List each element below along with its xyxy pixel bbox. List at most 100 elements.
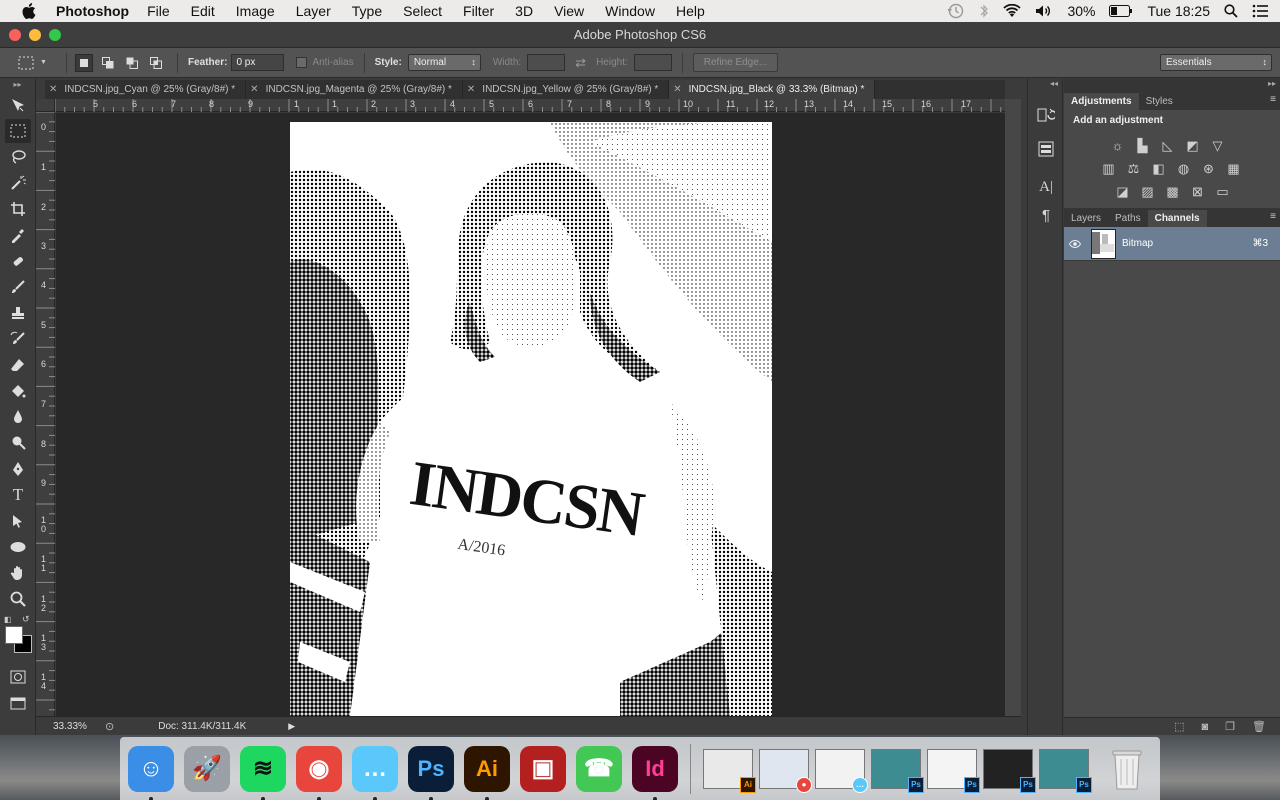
battery-icon[interactable]	[1109, 5, 1133, 17]
rectangular-marquee-tool-icon[interactable]	[5, 119, 31, 143]
selective-color-icon[interactable]: ⊠	[1189, 183, 1206, 200]
menu-file[interactable]: File	[147, 3, 170, 19]
dock-app-messages[interactable]: …	[352, 745, 398, 800]
document-image[interactable]: INDCSN A/2016	[290, 122, 772, 716]
menu-3d[interactable]: 3D	[515, 3, 533, 19]
tool-preset-picker[interactable]: ▼	[18, 52, 60, 74]
black-white-icon[interactable]: ◧	[1150, 160, 1167, 177]
magic-wand-tool-icon[interactable]	[5, 171, 31, 195]
ruler-origin[interactable]	[36, 99, 55, 112]
dodge-tool-icon[interactable]	[5, 431, 31, 455]
history-panel-icon[interactable]	[1033, 103, 1059, 127]
dock-app-indesign[interactable]: Id	[632, 745, 678, 800]
clock[interactable]: Tue 18:25	[1147, 3, 1210, 19]
horizontal-scrollbar[interactable]	[312, 718, 1021, 735]
antialias-checkbox[interactable]	[296, 57, 308, 68]
close-tab-icon[interactable]: ✕	[673, 84, 681, 95]
new-channel-icon[interactable]: ❐	[1225, 720, 1235, 733]
expand-dock-icon[interactable]: ◂◂	[1028, 79, 1062, 91]
tab-yellow[interactable]: ✕ INDCSN.jpg_Yellow @ 25% (Gray/8#) *	[463, 80, 670, 99]
menu-filter[interactable]: Filter	[463, 3, 494, 19]
add-to-selection-button[interactable]	[99, 54, 117, 72]
menu-help[interactable]: Help	[676, 3, 705, 19]
menu-image[interactable]: Image	[236, 3, 275, 19]
style-select[interactable]: Normal	[407, 54, 481, 71]
zoom-tool-icon[interactable]	[5, 587, 31, 611]
collapse-tools-icon[interactable]: ▸▸	[0, 79, 35, 91]
bluetooth-icon[interactable]	[979, 3, 989, 19]
apple-icon[interactable]	[18, 3, 40, 19]
menu-app-name[interactable]: Photoshop	[56, 3, 129, 19]
status-menu-arrow-icon[interactable]: ▶	[288, 721, 295, 732]
tab-paths[interactable]: Paths	[1108, 210, 1148, 227]
posterize-icon[interactable]: ▨	[1139, 183, 1156, 200]
menu-view[interactable]: View	[554, 3, 584, 19]
dock-app-finder[interactable]: ☺	[128, 745, 174, 800]
spotlight-icon[interactable]	[1224, 4, 1238, 18]
vibrance-icon[interactable]: ▽	[1209, 137, 1226, 154]
panel-menu-icon[interactable]: ≡	[1270, 94, 1276, 105]
subtract-from-selection-button[interactable]	[123, 54, 141, 72]
menu-type[interactable]: Type	[352, 3, 382, 19]
menu-edit[interactable]: Edit	[191, 3, 215, 19]
dock-app-illustrator[interactable]: Ai	[464, 745, 510, 800]
close-tab-icon[interactable]: ✕	[49, 84, 57, 95]
levels-icon[interactable]: ▙	[1134, 137, 1151, 154]
save-selection-as-channel-icon[interactable]: ◙	[1202, 721, 1209, 733]
gradient-map-icon[interactable]: ▭	[1214, 183, 1231, 200]
tab-adjustments[interactable]: Adjustments	[1064, 93, 1139, 110]
minimized-window-photoshop-2[interactable]: Ps	[927, 748, 980, 793]
menu-select[interactable]: Select	[403, 3, 442, 19]
intersect-selection-button[interactable]	[147, 54, 165, 72]
healing-brush-tool-icon[interactable]	[5, 249, 31, 273]
menu-window[interactable]: Window	[605, 3, 655, 19]
history-brush-tool-icon[interactable]	[5, 327, 31, 351]
tab-channels[interactable]: Channels	[1147, 210, 1207, 227]
visibility-eye-icon[interactable]	[1064, 237, 1086, 251]
brush-tool-icon[interactable]	[5, 275, 31, 299]
ruler-vertical[interactable]: 0 1 2 3 4 5 6 7 8 9 1 0 1 1 1 2 1 3 1 4	[36, 112, 55, 716]
minimized-window-photoshop-3[interactable]: Ps	[983, 748, 1036, 793]
crop-tool-icon[interactable]	[5, 197, 31, 221]
photo-filter-icon[interactable]: ◍	[1175, 160, 1192, 177]
ellipse-tool-icon[interactable]	[5, 535, 31, 559]
eraser-tool-icon[interactable]	[5, 353, 31, 377]
menu-layer[interactable]: Layer	[296, 3, 331, 19]
new-selection-button[interactable]	[75, 53, 93, 72]
dock-app-chrome[interactable]: ◉	[296, 745, 342, 800]
collapse-panels-icon[interactable]: ▸▸	[1064, 79, 1280, 91]
lasso-tool-icon[interactable]	[5, 145, 31, 169]
wifi-icon[interactable]	[1003, 4, 1022, 18]
pen-tool-icon[interactable]	[5, 457, 31, 481]
time-machine-icon[interactable]	[947, 3, 965, 19]
clone-stamp-tool-icon[interactable]	[5, 301, 31, 325]
tab-layers[interactable]: Layers	[1064, 210, 1108, 227]
color-balance-icon[interactable]: ⚖	[1125, 160, 1142, 177]
curves-icon[interactable]: ◺	[1159, 137, 1176, 154]
move-tool-icon[interactable]	[5, 93, 31, 117]
battery-percent[interactable]: 30%	[1067, 3, 1095, 19]
path-selection-tool-icon[interactable]	[5, 509, 31, 533]
vertical-scrollbar[interactable]	[1005, 99, 1021, 716]
channel-mixer-icon[interactable]: ⊛	[1200, 160, 1217, 177]
swap-width-height-icon[interactable]: ⇄	[575, 55, 586, 71]
color-lookup-icon[interactable]: ▦	[1225, 160, 1242, 177]
eyedropper-tool-icon[interactable]	[5, 223, 31, 247]
width-input[interactable]	[527, 54, 566, 71]
tab-magenta[interactable]: ✕ INDCSN.jpg_Magenta @ 25% (Gray/8#) *	[246, 80, 463, 99]
dock-app-spotify[interactable]: ≋	[240, 745, 286, 800]
panel-menu-icon[interactable]: ≡	[1270, 211, 1276, 222]
load-channel-as-selection-icon[interactable]: ⬚	[1174, 720, 1184, 733]
close-tab-icon[interactable]: ✕	[250, 84, 258, 95]
blur-tool-icon[interactable]	[5, 405, 31, 429]
default-colors-icon[interactable]: ◧	[4, 615, 12, 624]
hand-tool-icon[interactable]	[5, 561, 31, 585]
close-tab-icon[interactable]: ✕	[467, 84, 475, 95]
minimized-window-illustrator[interactable]: Ai	[703, 748, 756, 793]
trash-icon[interactable]	[1107, 746, 1147, 792]
dock-app-launchpad[interactable]: 🚀	[184, 745, 230, 792]
properties-panel-icon[interactable]	[1033, 137, 1059, 161]
ruler-horizontal[interactable]: 5 6 7 8 9 1 1 2 3 4 5 6 7 8 9 10 11 12 1…	[55, 99, 1005, 112]
minimized-window-chrome[interactable]: ●	[759, 748, 812, 793]
tab-cyan[interactable]: ✕ INDCSN.jpg_Cyan @ 25% (Gray/8#) *	[45, 80, 247, 99]
